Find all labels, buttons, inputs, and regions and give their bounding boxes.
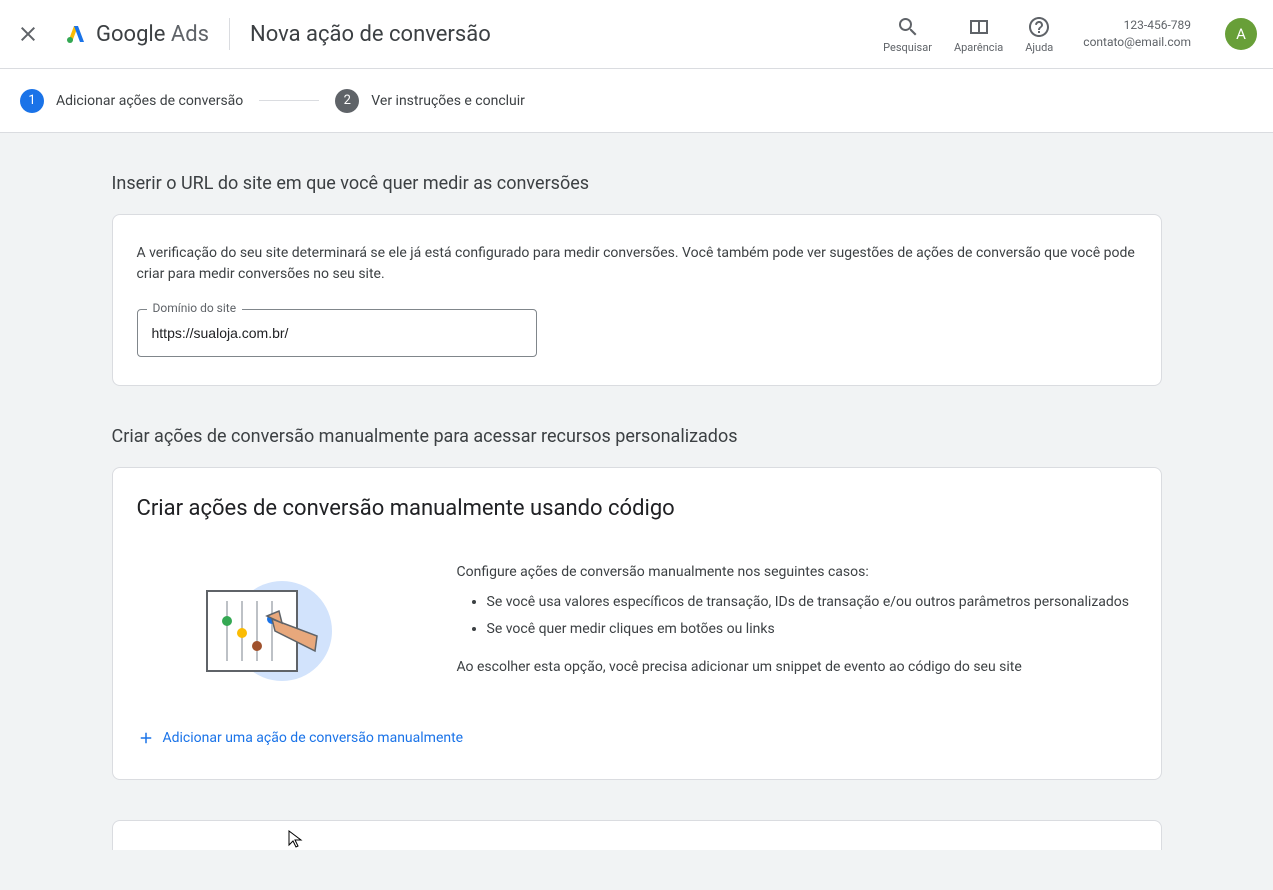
header-tools: Pesquisar Aparência Ajuda 123-456-789 co… — [883, 15, 1257, 54]
manual-footer: Ao escolher esta opção, você precisa adi… — [457, 656, 1137, 678]
manual-card: Criar ações de conversão manualmente usa… — [112, 467, 1162, 780]
appearance-icon — [967, 15, 991, 39]
step-1[interactable]: 1 Adicionar ações de conversão — [20, 89, 243, 113]
partial-card — [112, 820, 1162, 850]
app-header: Google Ads Nova ação de conversão Pesqui… — [0, 0, 1273, 69]
url-card: A verificação do seu site determinará se… — [112, 214, 1162, 386]
step-2[interactable]: 2 Ver instruções e concluir — [335, 89, 525, 113]
divider — [229, 18, 230, 50]
search-tool[interactable]: Pesquisar — [883, 15, 932, 54]
stepper: 1 Adicionar ações de conversão 2 Ver ins… — [0, 69, 1273, 133]
avatar[interactable]: A — [1225, 18, 1257, 50]
manual-card-title: Criar ações de conversão manualmente usa… — [137, 496, 1137, 521]
sliders-illustration-icon — [187, 561, 347, 701]
section-2-title: Criar ações de conversão manualmente par… — [112, 426, 1162, 447]
add-conversion-label: Adicionar uma ação de conversão manualme… — [163, 730, 464, 746]
account-email: contato@email.com — [1083, 34, 1191, 51]
close-icon — [16, 22, 40, 46]
account-info: 123-456-789 contato@email.com — [1083, 17, 1191, 51]
account-id: 123-456-789 — [1124, 17, 1191, 34]
plus-icon — [137, 729, 155, 747]
url-card-description: A verificação do seu site determinará se… — [137, 243, 1137, 285]
section-1-title: Inserir o URL do site em que você quer m… — [112, 173, 1162, 194]
step-2-label: Ver instruções e concluir — [371, 93, 525, 109]
manual-illustration — [137, 561, 397, 701]
help-tool[interactable]: Ajuda — [1025, 15, 1053, 54]
domain-input-label: Domínio do site — [147, 301, 243, 315]
manual-text-block: Configure ações de conversão manualmente… — [457, 561, 1137, 679]
step-2-number: 2 — [335, 89, 359, 113]
google-ads-logo-icon — [64, 22, 88, 46]
search-icon — [896, 15, 920, 39]
manual-intro: Configure ações de conversão manualmente… — [457, 561, 1137, 583]
main-content: Inserir o URL do site em que você quer m… — [92, 133, 1182, 890]
manual-bullet-2: Se você quer medir cliques em botões ou … — [487, 618, 1137, 640]
logo-area: Google Ads — [64, 22, 209, 47]
step-1-number: 1 — [20, 89, 44, 113]
manual-bullet-1: Se você usa valores específicos de trans… — [487, 591, 1137, 613]
logo-text: Google Ads — [96, 22, 209, 47]
step-connector — [259, 100, 319, 101]
appearance-tool[interactable]: Aparência — [954, 15, 1003, 54]
add-conversion-link[interactable]: Adicionar uma ação de conversão manualme… — [137, 729, 464, 747]
domain-input-wrapper: Domínio do site — [137, 309, 537, 357]
page-title: Nova ação de conversão — [250, 22, 491, 47]
help-icon — [1027, 15, 1051, 39]
close-button[interactable] — [16, 22, 40, 46]
domain-input[interactable] — [137, 309, 537, 357]
step-1-label: Adicionar ações de conversão — [56, 93, 243, 109]
